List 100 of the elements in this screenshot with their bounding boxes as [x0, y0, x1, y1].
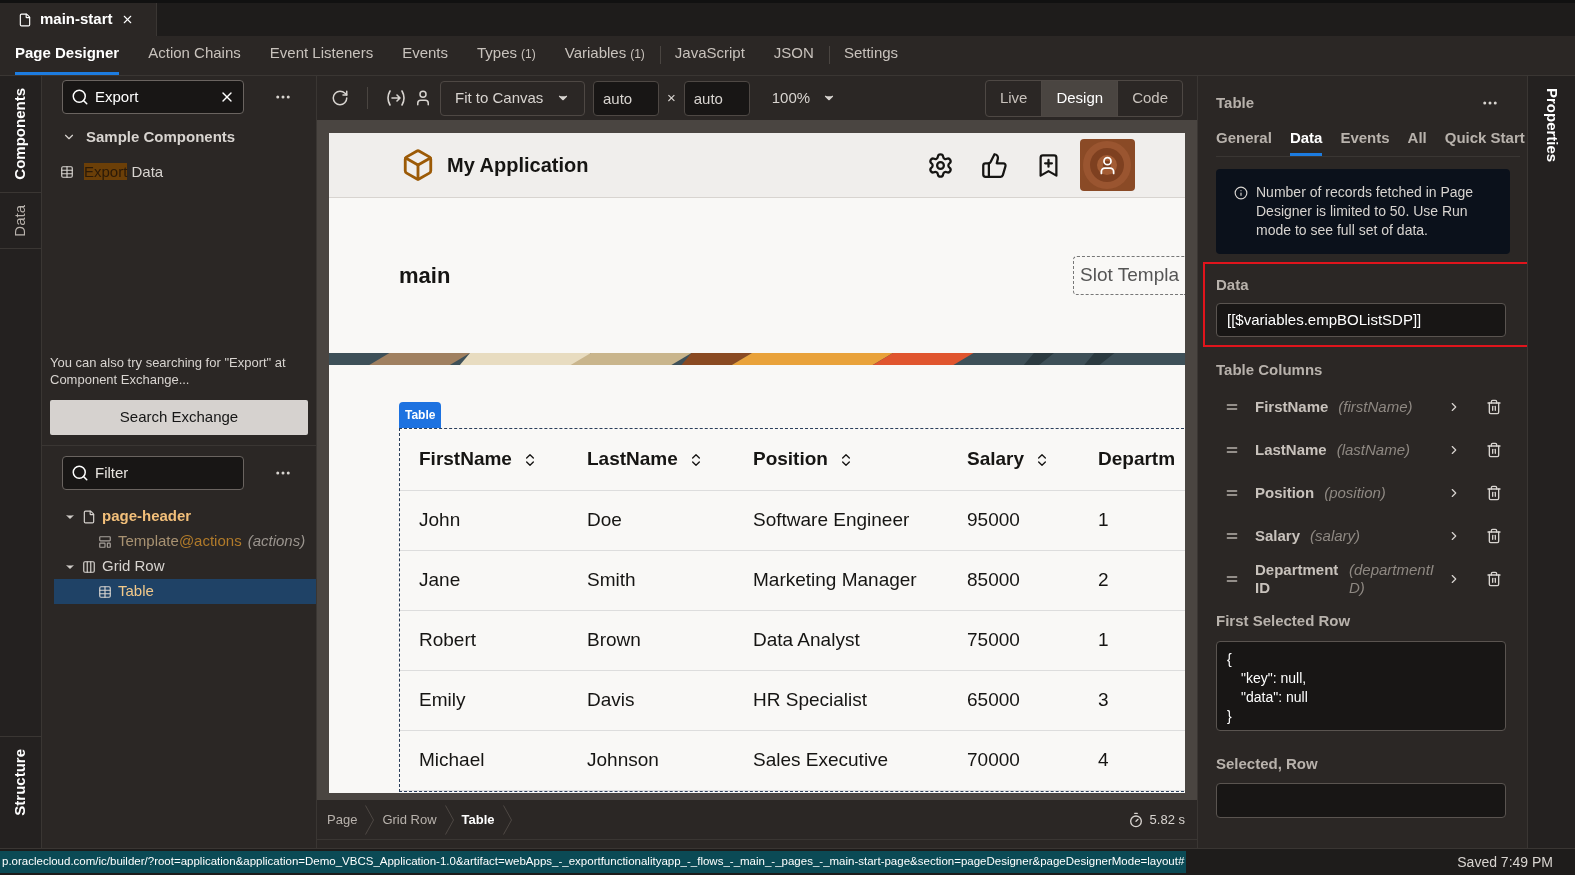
table-cell: 70000: [967, 749, 1020, 771]
tree-label: Grid Row: [102, 556, 165, 577]
trash-icon[interactable]: [1486, 398, 1502, 415]
selected-row-field[interactable]: [1216, 783, 1506, 818]
table-cell: Brown: [587, 629, 641, 651]
nav-tab[interactable]: Settings: [843, 35, 899, 75]
tree-item[interactable]: Grid Row: [54, 554, 316, 579]
file-icon: [18, 12, 32, 27]
settings-icon[interactable]: [927, 151, 954, 179]
template-icon: [98, 534, 112, 549]
column-field: (firstName): [1338, 397, 1413, 416]
property-tab[interactable]: Data: [1289, 126, 1323, 156]
property-tab[interactable]: General: [1216, 126, 1272, 156]
filter-field[interactable]: Filter: [62, 456, 244, 490]
nav-tab[interactable]: Types (1): [477, 35, 536, 75]
side-tab[interactable]: Data: [0, 192, 41, 249]
separator-icon: [444, 804, 454, 835]
panel-title: Table: [1216, 93, 1255, 113]
hint-text: You can also try searching for "Export" at Component Exchange...: [50, 354, 287, 388]
trash-icon[interactable]: [1486, 441, 1502, 458]
table-cell: Davis: [587, 689, 635, 711]
table-cell: 85000: [967, 569, 1020, 591]
table-cell: 4: [1098, 749, 1109, 771]
search-exchange-button[interactable]: Search Exchange: [50, 400, 308, 435]
table-icon: [98, 584, 112, 599]
table-cell: Sales Executive: [753, 749, 889, 771]
fit-dropdown[interactable]: Fit to Canvas: [440, 80, 585, 116]
table-cell: Robert: [419, 629, 477, 651]
column-header[interactable]: Position: [753, 445, 828, 474]
table-cell: 95000: [967, 509, 1020, 531]
file-tab[interactable]: main-start: [0, 3, 157, 36]
width-field[interactable]: auto: [593, 80, 659, 116]
property-tab[interactable]: Quick Start: [1444, 126, 1525, 156]
code-line: "data": null: [1240, 687, 1309, 707]
column-header[interactable]: FirstName: [419, 445, 512, 474]
nav-tab[interactable]: JSON: [773, 35, 814, 75]
nav-tab[interactable]: Events: [402, 35, 449, 75]
tree-item[interactable]: Template@actions (actions): [54, 529, 316, 554]
height-field[interactable]: auto: [683, 80, 750, 116]
column-header[interactable]: Salary: [967, 445, 1025, 474]
first-selected-row-field[interactable]: { "key": null, "data": null }: [1216, 640, 1506, 731]
slot-template: Slot Templa: [1073, 256, 1185, 295]
user-icon[interactable]: [414, 89, 432, 107]
property-tab[interactable]: All: [1407, 126, 1427, 156]
info-icon: [1234, 186, 1248, 200]
search-icon: [71, 88, 89, 106]
refresh-icon[interactable]: [331, 89, 349, 107]
nav-tab[interactable]: Variables (1): [564, 35, 645, 75]
table-cell: Doe: [587, 509, 622, 531]
nav-tab[interactable]: Event Listeners: [269, 35, 374, 75]
column-header[interactable]: Departm: [1098, 445, 1176, 474]
table-cell: 2: [1098, 569, 1109, 591]
page-title: main: [399, 262, 451, 290]
column-name: FirstName: [1255, 397, 1329, 416]
timer-icon: [1127, 811, 1144, 828]
property-tab[interactable]: Events: [1340, 126, 1390, 156]
mode-tab[interactable]: Code: [1118, 80, 1182, 116]
cube-icon: [401, 148, 435, 182]
data-field[interactable]: [[$variables.empBOListSDP]]: [1216, 302, 1506, 337]
page-icon: [82, 509, 96, 524]
section-header[interactable]: Sample Components: [62, 126, 308, 149]
breadcrumb[interactable]: Table: [461, 809, 495, 830]
timer-text: 5.82 s: [1149, 810, 1185, 829]
tree-label: Table: [118, 581, 154, 602]
variables-icon[interactable]: [386, 90, 406, 106]
code-line: {: [1227, 649, 1233, 669]
filter-input[interactable]: Filter: [95, 461, 235, 485]
table-cell: Jane: [419, 569, 461, 591]
tree-item[interactable]: page-header: [54, 504, 316, 529]
nav-tab[interactable]: JavaScript: [674, 35, 745, 75]
search-input[interactable]: Export: [95, 85, 213, 109]
side-tab[interactable]: Structure: [0, 737, 41, 828]
column-header[interactable]: LastName: [587, 445, 678, 474]
table-cell: Data Analyst: [753, 629, 860, 651]
tree-item[interactable]: Table: [54, 579, 316, 604]
mode-tab[interactable]: Design: [1042, 80, 1119, 116]
trash-icon[interactable]: [1486, 484, 1502, 501]
table-cell: 1: [1098, 629, 1109, 651]
times-sign: ×: [667, 87, 676, 108]
table-cell: Johnson: [587, 749, 659, 771]
info-text: Number of records fetched in Page Designer is limited to 50. Use Run mode to see full set of data.: [1256, 183, 1475, 240]
zoom-dropdown[interactable]: 100%: [757, 80, 851, 116]
search-field[interactable]: Export: [62, 80, 244, 114]
trash-icon[interactable]: [1486, 527, 1502, 544]
column-name: LastName: [1255, 440, 1327, 459]
slot-note: (actions): [247, 531, 306, 552]
column-field: (position): [1324, 483, 1386, 502]
table-cell: 65000: [967, 689, 1020, 711]
field-label: Data: [1216, 275, 1250, 295]
breadcrumb[interactable]: Grid Row: [382, 809, 437, 830]
thumbs-up-icon[interactable]: [981, 151, 1008, 179]
trash-icon[interactable]: [1486, 570, 1502, 587]
table-cell: 3: [1098, 689, 1109, 711]
column-name: DepartmentID: [1255, 560, 1339, 597]
field-label: Selected, Row: [1216, 753, 1319, 774]
side-tab[interactable]: Properties: [1528, 76, 1575, 175]
column-name: Salary: [1255, 526, 1301, 545]
side-tab[interactable]: Components: [0, 76, 41, 192]
breadcrumb[interactable]: Page: [327, 809, 358, 830]
nav-tab[interactable]: Action Chains: [148, 35, 241, 75]
